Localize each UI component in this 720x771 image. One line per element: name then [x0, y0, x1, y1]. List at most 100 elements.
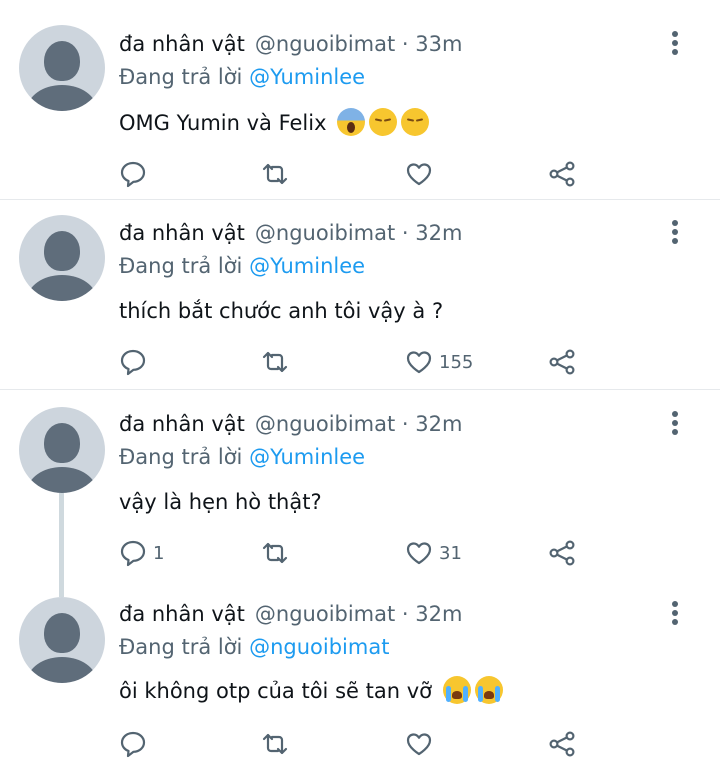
tweet-text: thích bắt chước anh tôi vậy à ? [119, 296, 443, 326]
more-options-button[interactable] [665, 410, 685, 436]
tweet-text: OMG Yumin và Felix [119, 108, 430, 138]
reply-button[interactable]: 1 [119, 539, 164, 567]
retweet-button[interactable] [261, 730, 289, 758]
author-name[interactable]: đa nhân vật [119, 602, 245, 626]
author-name[interactable]: đa nhân vật [119, 32, 245, 56]
reply-bubble-icon [120, 349, 146, 376]
reply-context: Đang trả lời @Yuminlee [119, 63, 365, 91]
more-vertical-icon [672, 411, 678, 435]
share-button[interactable] [548, 160, 576, 188]
mention-link[interactable]: @Yuminlee [249, 65, 365, 89]
tweet-text: vậy là hẹn hò thật? [119, 487, 322, 517]
share-button[interactable] [548, 730, 576, 758]
more-options-button[interactable] [665, 600, 685, 626]
heart-icon [406, 733, 432, 756]
tweet-item[interactable]: đa nhân vật @nguoibimat · 32m Đang trả lờ… [0, 389, 720, 579]
like-button[interactable]: 155 [405, 348, 473, 376]
reply-prefix: Đang trả lời [119, 254, 243, 278]
author-meta: @nguoibimat · 32m [255, 412, 463, 436]
share-button[interactable] [548, 539, 576, 567]
reply-button[interactable] [119, 348, 153, 376]
retweet-button[interactable] [261, 539, 289, 567]
meta-separator: · [395, 412, 416, 436]
tweet-time: 33m [415, 32, 463, 56]
tweet-item[interactable]: đa nhân vật @nguoibimat · 32m Đang trả lờ… [0, 579, 720, 771]
tweet-text: ôi không otp của tôi sẽ tan vỡ [119, 676, 503, 706]
retweet-button[interactable] [261, 348, 289, 376]
author-meta: @nguoibimat · 32m [255, 602, 463, 626]
author-name[interactable]: đa nhân vật [119, 221, 245, 245]
retweet-button[interactable] [261, 160, 289, 188]
share-icon [549, 349, 575, 375]
retweet-icon [262, 542, 288, 564]
loudly-crying-face-icon [442, 676, 471, 704]
reply-context: Đang trả lời @Yuminlee [119, 443, 365, 471]
reply-button[interactable] [119, 160, 153, 188]
reply-context: Đang trả lời @nguoibimat [119, 633, 389, 661]
meta-separator: · [395, 221, 416, 245]
tweet-header: đa nhân vật @nguoibimat · 32m [119, 410, 462, 438]
author-meta: @nguoibimat · 32m [255, 221, 463, 245]
like-button[interactable]: 31 [405, 539, 462, 567]
author-handle[interactable]: @nguoibimat [255, 32, 395, 56]
tweet-time: 32m [415, 602, 463, 626]
mention-link[interactable]: @nguoibimat [249, 635, 389, 659]
avatar[interactable] [19, 597, 105, 683]
more-vertical-icon [672, 601, 678, 625]
retweet-icon [262, 351, 288, 373]
heart-icon [406, 163, 432, 186]
meta-separator: · [395, 32, 416, 56]
tweet-text-content: vậy là hẹn hò thật? [119, 490, 322, 514]
tweet-actions [119, 730, 589, 758]
like-button[interactable] [405, 160, 439, 188]
meta-separator: · [395, 602, 416, 626]
tweet-actions: 1 31 [119, 539, 589, 567]
more-options-button[interactable] [665, 30, 685, 56]
author-handle[interactable]: @nguoibimat [255, 602, 395, 626]
reply-bubble-icon [120, 161, 146, 188]
share-icon [549, 540, 575, 566]
reply-prefix: Đang trả lời [119, 445, 243, 469]
like-count: 31 [439, 542, 462, 564]
more-vertical-icon [672, 220, 678, 244]
face-screaming-in-fear-icon [337, 108, 366, 136]
author-name[interactable]: đa nhân vật [119, 412, 245, 436]
retweet-icon [262, 733, 288, 755]
author-handle[interactable]: @nguoibimat [255, 412, 395, 436]
tweet-text-content: OMG Yumin và Felix [119, 111, 327, 135]
retweet-icon [262, 163, 288, 185]
reply-prefix: Đang trả lời [119, 65, 243, 89]
more-options-button[interactable] [665, 219, 685, 245]
tweet-time: 32m [415, 221, 463, 245]
reply-prefix: Đang trả lời [119, 635, 243, 659]
loudly-crying-face-icon [474, 676, 503, 704]
tweet-header: đa nhân vật @nguoibimat · 33m [119, 30, 462, 58]
tweet-header: đa nhân vật @nguoibimat · 32m [119, 219, 462, 247]
reply-bubble-icon [120, 731, 146, 758]
reply-context: Đang trả lời @Yuminlee [119, 252, 365, 280]
like-button[interactable] [405, 730, 439, 758]
pensive-face-icon [369, 108, 398, 136]
share-icon [549, 731, 575, 757]
reply-bubble-icon [120, 540, 146, 567]
tweet-time: 32m [415, 412, 463, 436]
pensive-face-icon [401, 108, 430, 136]
tweet-actions: 155 [119, 348, 589, 376]
avatar[interactable] [19, 215, 105, 301]
tweet-item[interactable]: đa nhân vật @nguoibimat · 32m Đang trả lờ… [0, 199, 720, 390]
reply-count: 1 [153, 542, 165, 564]
author-meta: @nguoibimat · 33m [255, 32, 463, 56]
avatar[interactable] [19, 25, 105, 111]
tweet-text-content: ôi không otp của tôi sẽ tan vỡ [119, 679, 432, 703]
heart-icon [406, 542, 432, 565]
mention-link[interactable]: @Yuminlee [249, 254, 365, 278]
tweet-actions [119, 160, 589, 188]
mention-link[interactable]: @Yuminlee [249, 445, 365, 469]
author-handle[interactable]: @nguoibimat [255, 221, 395, 245]
avatar[interactable] [19, 407, 105, 493]
tweet-text-content: thích bắt chước anh tôi vậy à ? [119, 299, 444, 323]
tweet-item[interactable]: đa nhân vật @nguoibimat · 33m Đang trả lờ… [0, 0, 720, 200]
reply-button[interactable] [119, 730, 153, 758]
share-button[interactable] [548, 348, 576, 376]
tweet-header: đa nhân vật @nguoibimat · 32m [119, 600, 462, 628]
